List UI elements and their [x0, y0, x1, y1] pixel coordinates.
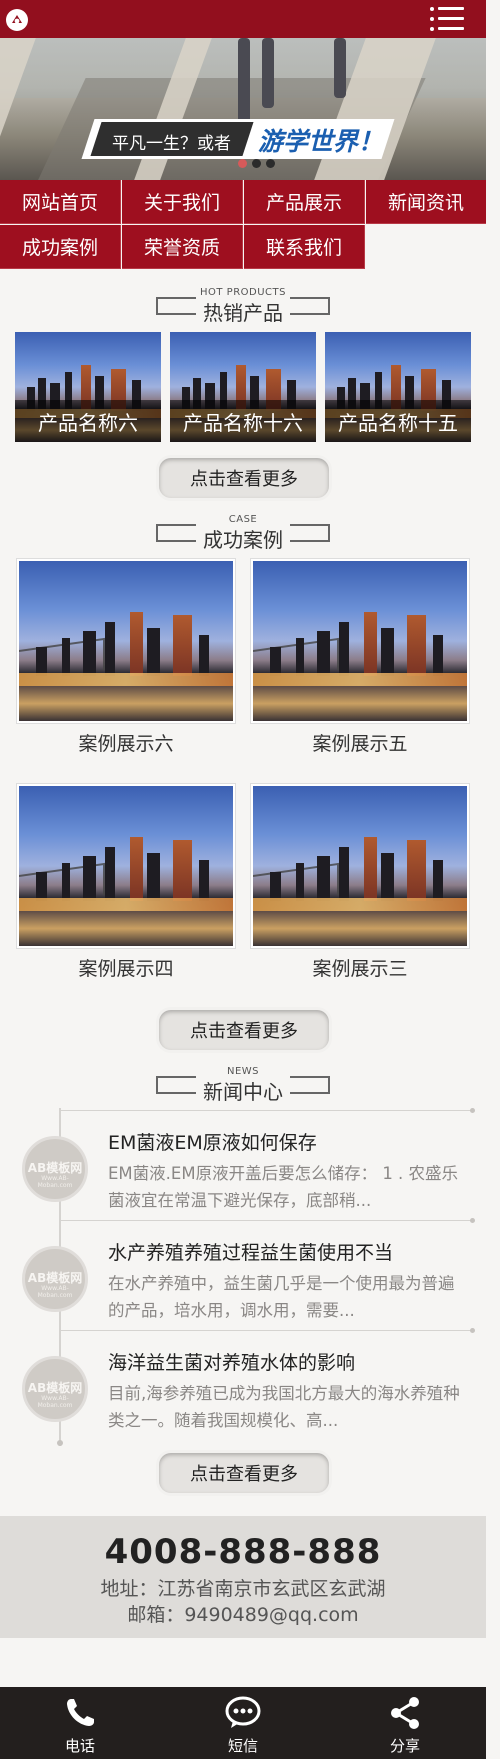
case-image: [253, 786, 467, 946]
section-title-products: HOT PRODUCTS 热销产品: [0, 287, 486, 327]
scrollbar-track[interactable]: [486, 0, 500, 1759]
nav-item-products[interactable]: 产品展示: [244, 180, 365, 224]
news-desc: EM菌液.EM原液开盖后要怎么储存： 1 . 农盛乐菌液宜在常温下避光保存，底部…: [108, 1164, 459, 1210]
product-card[interactable]: 产品名称十六: [170, 332, 316, 442]
nav-item-home[interactable]: 网站首页: [0, 180, 121, 224]
section-heading: 热销产品: [203, 301, 283, 325]
banner-slider[interactable]: 平凡一生？或者 游学世界！: [0, 38, 486, 180]
sms-icon: [225, 1695, 261, 1731]
product-name: 产品名称十五: [325, 400, 471, 442]
share-button[interactable]: 分享: [345, 1687, 465, 1759]
product-card[interactable]: 产品名称六: [15, 332, 161, 442]
slide-dot[interactable]: [238, 159, 247, 168]
nav-item-news[interactable]: 新闻资讯: [366, 180, 487, 224]
slide-dot[interactable]: [266, 159, 275, 168]
nav-item-contact[interactable]: 联系我们: [244, 225, 365, 269]
call-button[interactable]: 电话: [20, 1687, 140, 1759]
call-label: 电话: [64, 1737, 95, 1755]
case-card[interactable]: 案例展示三: [250, 783, 470, 983]
contact-address: 地址：江苏省南京市玄武区玄武湖: [100, 1578, 386, 1600]
nav-item-honors[interactable]: 荣誉资质: [122, 225, 243, 269]
news-title[interactable]: 海洋益生菌对养殖水体的影响: [108, 1348, 478, 1375]
case-image: [253, 561, 467, 721]
section-heading: 成功案例: [203, 528, 283, 552]
case-name: 案例展示五: [312, 733, 408, 755]
news-title[interactable]: 水产养殖养殖过程益生菌使用不当: [108, 1238, 478, 1265]
contact-info: 4008-888-888 地址：江苏省南京市玄武区玄武湖 邮箱：9490489@…: [0, 1516, 486, 1638]
slide-dot[interactable]: [252, 159, 261, 168]
sms-label: 短信: [227, 1737, 258, 1755]
contact-phone[interactable]: 4008-888-888: [0, 1532, 486, 1572]
timeline-end-dot: [57, 1440, 63, 1446]
products-more-button[interactable]: 点击查看更多: [159, 458, 329, 498]
section-heading: 新闻中心: [203, 1080, 283, 1104]
case-card[interactable]: 案例展示六: [16, 558, 236, 758]
top-header: [0, 0, 486, 38]
sms-button[interactable]: 短信: [183, 1687, 303, 1759]
case-image: [19, 786, 233, 946]
news-item[interactable]: AB模板网 Www.AB-Moban.com EM菌液EM原液如何保存 EM菌液…: [0, 1108, 486, 1220]
menu-icon[interactable]: [430, 5, 466, 33]
case-card[interactable]: 案例展示五: [250, 558, 470, 758]
news-item[interactable]: AB模板网 Www.AB-Moban.com 水产养殖养殖过程益生菌使用不当 在…: [0, 1218, 486, 1330]
case-image: [19, 561, 233, 721]
news-item[interactable]: AB模板网 Www.AB-Moban.com 海洋益生菌对养殖水体的影响 目前,…: [0, 1328, 486, 1440]
case-name: 案例展示三: [312, 958, 408, 980]
cases-more-button[interactable]: 点击查看更多: [159, 1010, 329, 1050]
section-title-news: NEWS 新闻中心: [0, 1066, 486, 1106]
product-name: 产品名称六: [15, 400, 161, 442]
news-avatar: AB模板网 Www.AB-Moban.com: [22, 1136, 88, 1202]
case-name: 案例展示四: [78, 958, 174, 980]
case-card[interactable]: 案例展示四: [16, 783, 236, 983]
share-icon: [387, 1695, 423, 1731]
banner-slogan: 平凡一生？或者: [112, 134, 231, 154]
news-more-button[interactable]: 点击查看更多: [159, 1453, 329, 1493]
product-card[interactable]: 产品名称十五: [325, 332, 471, 442]
news-avatar: AB模板网 Www.AB-Moban.com: [22, 1246, 88, 1312]
news-desc: 在水产养殖中，益生菌几乎是一个使用最为普遍的产品，培水用，调水用，需要...: [108, 1274, 455, 1320]
case-name: 案例展示六: [78, 733, 174, 755]
news-avatar: AB模板网 Www.AB-Moban.com: [22, 1356, 88, 1422]
contact-email[interactable]: 邮箱：9490489@qq.com: [0, 1600, 486, 1627]
logo-icon[interactable]: [6, 9, 28, 31]
phone-icon: [62, 1695, 98, 1731]
product-name: 产品名称十六: [170, 400, 316, 442]
bottom-action-bar: 电话 短信 分享: [0, 1687, 486, 1759]
nav-item-about[interactable]: 关于我们: [122, 180, 243, 224]
nav-item-cases[interactable]: 成功案例: [0, 225, 121, 269]
section-title-cases: CASE 成功案例: [0, 514, 486, 554]
banner-highlight: 游学世界！: [258, 127, 384, 156]
share-label: 分享: [389, 1737, 420, 1755]
news-desc: 目前,海参养殖已成为我国北方最大的海水养殖种类之一。随着我国规模化、高...: [108, 1384, 460, 1430]
news-title[interactable]: EM菌液EM原液如何保存: [108, 1128, 478, 1155]
main-nav: 网站首页 关于我们 产品展示 新闻资讯 成功案例 荣誉资质 联系我们: [0, 180, 487, 270]
